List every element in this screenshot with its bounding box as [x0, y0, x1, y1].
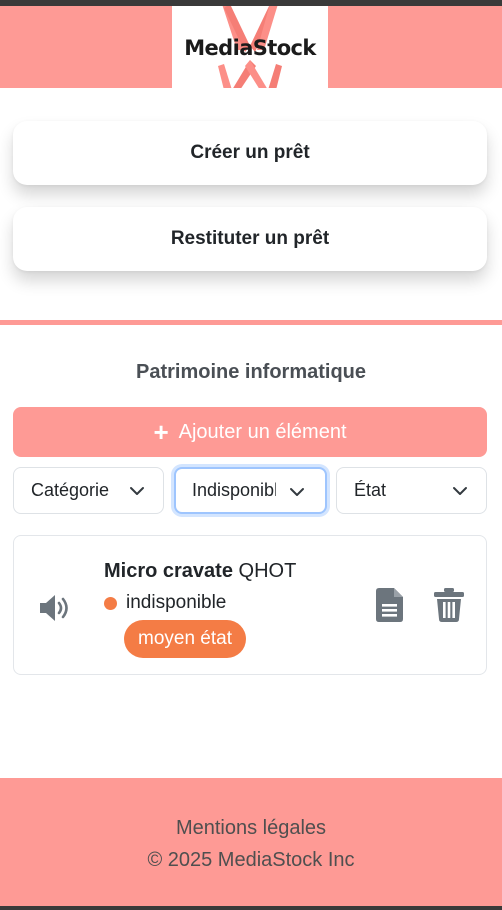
- document-icon[interactable]: [376, 588, 404, 622]
- return-loan-button[interactable]: Restituter un prêt: [13, 207, 487, 271]
- item-name: Micro cravate QHOT: [104, 560, 296, 583]
- status-dot-icon: [104, 596, 117, 610]
- section-divider: [0, 320, 502, 325]
- condition-filter-select[interactable]: État: [336, 467, 487, 514]
- item-title: Micro cravate: [104, 560, 233, 582]
- logo[interactable]: MediaStock: [172, 6, 328, 88]
- category-filter-select[interactable]: Catégorie: [13, 467, 164, 514]
- chevron-down-icon: [290, 488, 304, 496]
- speaker-icon: [40, 595, 68, 621]
- add-item-button[interactable]: + Ajouter un élément: [13, 407, 487, 457]
- site-footer: Mentions légales © 2025 MediaStock Inc: [0, 778, 502, 906]
- condition-filter-value: État: [354, 480, 387, 500]
- plus-icon: +: [153, 417, 169, 447]
- copyright-text: © 2025 MediaStock Inc: [147, 849, 355, 871]
- item-code: QHOT: [238, 560, 297, 582]
- availability-filter-value: Indisponible: [192, 480, 276, 500]
- inventory-item-card: Micro cravate QHOT indisponible moyen ét…: [13, 535, 487, 675]
- chevron-down-icon: [130, 487, 144, 495]
- site-header: MediaStock: [0, 6, 502, 88]
- legal-notice-link[interactable]: Mentions légales: [0, 817, 502, 840]
- section-title: Patrimoine informatique: [135, 361, 367, 383]
- add-item-label: Ajouter un élément: [178, 420, 347, 443]
- item-status: indisponible: [104, 592, 226, 614]
- item-status-label: indisponible: [126, 592, 227, 613]
- category-filter-value: Catégorie: [31, 480, 110, 500]
- bottom-bar: [0, 906, 502, 910]
- logo-text: MediaStock: [184, 36, 316, 60]
- chevron-down-icon: [453, 487, 467, 495]
- trash-icon[interactable]: [434, 588, 464, 622]
- create-loan-button[interactable]: Créer un prêt: [13, 121, 487, 185]
- availability-filter-select[interactable]: Indisponible: [174, 467, 327, 514]
- condition-badge: moyen état: [124, 620, 246, 658]
